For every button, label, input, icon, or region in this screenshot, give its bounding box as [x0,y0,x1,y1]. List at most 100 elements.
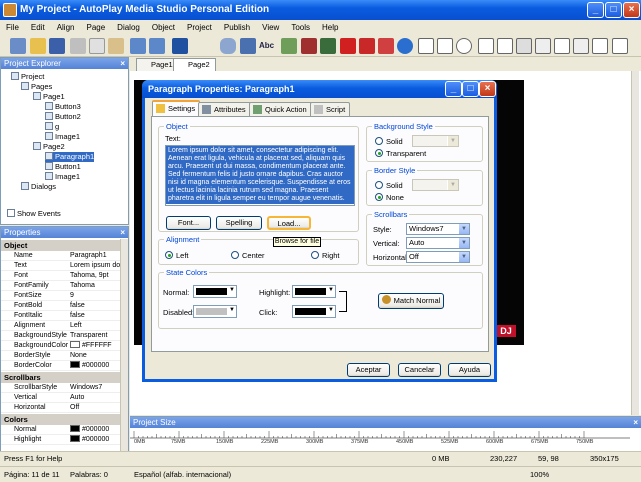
prop-row[interactable]: BorderStyle None [1,351,121,361]
border-solid-radio[interactable] [375,181,383,189]
copy-icon[interactable] [89,38,105,54]
tab-quick-action[interactable]: Quick Action [249,102,312,116]
preview-icon[interactable] [172,38,188,54]
undo-icon[interactable] [130,38,146,54]
tree-item[interactable]: Image1 [45,132,80,142]
menu-page[interactable]: Page [80,20,111,35]
ok-button[interactable]: Aceptar [347,363,390,377]
tab-page2[interactable]: Page2 [173,58,216,71]
tab-attributes[interactable]: Attributes [198,102,251,116]
cancel-button[interactable]: Cancelar [398,363,441,377]
properties-scrollbar[interactable] [120,239,128,451]
prop-category[interactable]: Object [1,240,121,251]
checkbox-object-icon[interactable] [437,38,453,54]
bg-solid-radio[interactable] [375,137,383,145]
label-object-icon[interactable] [240,38,256,54]
image-object-icon[interactable] [281,38,297,54]
pdf-icon[interactable] [359,38,375,54]
wand-icon[interactable] [10,38,26,54]
minimize-button[interactable]: _ [587,2,604,18]
tree-object-icon[interactable] [535,38,551,54]
flash-icon[interactable] [340,38,356,54]
click-color-picker[interactable]: ▼ [292,305,336,318]
slider-object-icon[interactable] [592,38,608,54]
bg-color-picker[interactable]: ▼ [412,135,459,147]
minimize-button[interactable]: _ [445,81,462,97]
video-object-icon[interactable] [320,38,336,54]
tab-script[interactable]: Script [310,102,351,116]
close-button[interactable]: × [479,81,496,97]
align-right-radio[interactable] [311,251,319,259]
align-center-radio[interactable] [231,251,239,259]
border-color-picker[interactable]: ▼ [412,179,459,191]
prop-row[interactable]: Text Lorem ipsum dol [1,261,122,271]
tree-item[interactable]: Button1 [45,162,81,172]
prop-category[interactable]: Scrollbars [1,372,121,383]
vertical-select[interactable]: Auto ▼ [406,237,470,249]
horizontal-select[interactable]: Off ▼ [406,251,470,263]
prop-row[interactable]: FontBold false [1,301,121,311]
tree-item[interactable]: Page1 [33,92,65,102]
menu-help[interactable]: Help [316,20,344,35]
menu-object[interactable]: Object [146,20,181,35]
prop-row[interactable]: FontSize 9 [1,291,121,301]
grid-object-icon[interactable] [554,38,570,54]
menu-dialog[interactable]: Dialog [111,20,146,35]
tree-item[interactable]: Button3 [45,102,81,112]
menu-tools[interactable]: Tools [285,20,316,35]
save-icon[interactable] [49,38,65,54]
highlight-color-picker[interactable]: ▼ [292,285,336,298]
tree-item[interactable]: Pages [21,82,52,92]
prop-row[interactable]: Highlight #000000 [1,435,121,445]
open-folder-icon[interactable] [30,38,46,54]
close-icon[interactable]: × [633,417,638,428]
progress-object-icon[interactable] [516,38,532,54]
menu-edit[interactable]: Edit [25,20,51,35]
show-events-checkbox[interactable]: Show Events [7,209,61,219]
tab-settings[interactable]: Settings [152,100,201,116]
match-normal-button[interactable]: Match Normal [378,293,444,309]
disabled-color-picker[interactable]: ▼ [193,305,237,318]
menu-publish[interactable]: Publish [218,20,256,35]
font-button[interactable]: Font... [166,216,211,230]
prop-row[interactable]: Font Tahoma, 9pt [1,271,121,281]
spelling-button[interactable]: Spelling [216,216,262,230]
paste-icon[interactable] [108,38,124,54]
prop-row[interactable]: FontItalic false [1,311,121,321]
prop-row[interactable]: Horizontal Off [1,403,121,413]
xbutton-object-icon[interactable] [612,38,628,54]
cut-icon[interactable] [70,38,86,54]
button-object-icon[interactable] [220,38,236,54]
menu-file[interactable]: File [0,20,25,35]
load-button[interactable]: Load... [267,216,311,230]
menu-view[interactable]: View [256,20,285,35]
prop-row[interactable]: BackgroundColor #FFFFFF [1,341,121,351]
prop-category[interactable]: Colors [1,414,121,425]
prop-row[interactable]: Alignment Left [1,321,121,331]
menu-project[interactable]: Project [181,20,218,35]
tree-item[interactable]: Button2 [45,112,81,122]
tree-item[interactable]: Dialogs [21,182,56,192]
radio-object-icon[interactable] [456,38,472,54]
close-icon[interactable]: × [120,58,125,69]
tree-item[interactable]: g [45,122,59,132]
border-none-radio[interactable] [375,193,383,201]
normal-color-picker[interactable]: ▼ [193,285,237,298]
prop-row[interactable]: Normal #000000 [1,425,121,435]
prop-row[interactable]: Name Paragraph1 [1,251,121,261]
align-left-radio[interactable] [165,251,173,259]
maximize-button[interactable]: □ [462,81,479,97]
text-area[interactable]: Lorem ipsum dolor sit amet, consectetur … [165,145,355,206]
scrollbar-style-select[interactable]: Windows7 ▼ [406,223,470,235]
hotspot-object-icon[interactable] [573,38,589,54]
tree-item-selected[interactable]: Paragraph1 [45,152,95,162]
prop-row[interactable]: ScrollbarStyle Windows7 [1,383,121,393]
prop-row[interactable]: BorderColor #000000 [1,361,121,371]
bg-transparent-radio[interactable] [375,149,383,157]
canvas-scrollbar[interactable] [631,71,639,415]
slideshow-icon[interactable] [378,38,394,54]
tree-item[interactable]: Image1 [45,172,80,182]
tree-item[interactable]: Project [11,72,44,82]
redo-icon[interactable] [149,38,165,54]
tree-item[interactable]: Page2 [33,142,65,152]
